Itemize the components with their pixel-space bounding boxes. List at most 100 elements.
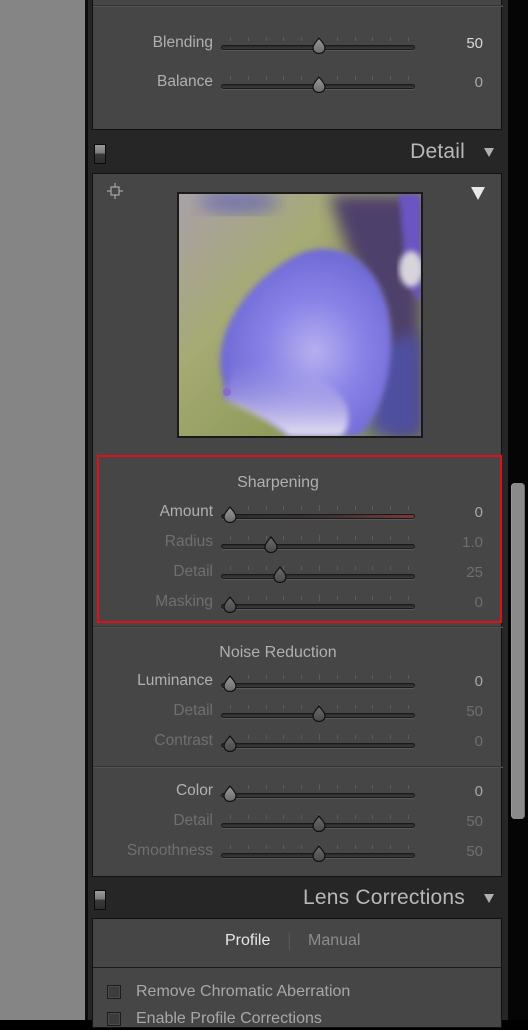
slider-thumb[interactable] xyxy=(312,705,326,722)
tick-mark xyxy=(301,845,303,849)
panel-title: Lens Corrections xyxy=(303,886,465,909)
preview-toggle-triangle-icon[interactable] xyxy=(471,187,485,200)
slider-value[interactable]: 0 xyxy=(475,733,483,750)
slider-value[interactable]: 50 xyxy=(466,703,483,720)
collapse-triangle-icon[interactable] xyxy=(484,148,494,157)
tick-mark xyxy=(336,845,338,849)
tab-manual[interactable]: Manual xyxy=(308,932,360,950)
tick-mark xyxy=(265,705,267,709)
tick-mark xyxy=(283,845,285,849)
slider-ticks xyxy=(230,674,409,681)
slider-thumb[interactable] xyxy=(312,76,326,93)
tick-mark xyxy=(408,76,409,80)
tick-mark xyxy=(283,705,285,709)
panel-enable-toggle[interactable] xyxy=(94,890,106,910)
tick-mark xyxy=(301,705,303,709)
tick-mark xyxy=(265,785,267,789)
tick-mark xyxy=(319,674,320,680)
panel-scrollbar-thumb[interactable] xyxy=(511,483,525,819)
tick-mark xyxy=(283,675,285,679)
slider-nr-luminance[interactable]: Luminance 0 xyxy=(93,671,503,695)
slider-label: Contrast xyxy=(154,732,213,749)
slider-blending[interactable]: Blending 50 xyxy=(93,33,503,57)
tick-mark xyxy=(301,785,303,789)
tick-mark xyxy=(230,705,231,709)
collapse-triangle-icon[interactable] xyxy=(484,894,494,903)
slider-track[interactable] xyxy=(221,793,415,798)
slider-value[interactable]: 50 xyxy=(466,843,483,860)
slider-value[interactable]: 50 xyxy=(466,813,483,830)
slider-thumb[interactable] xyxy=(223,735,237,752)
tick-mark xyxy=(354,785,356,789)
tick-mark xyxy=(301,735,303,739)
tick-mark xyxy=(247,76,249,80)
slider-nr-luminance-contrast[interactable]: Contrast 0 xyxy=(93,731,503,755)
tick-mark xyxy=(336,785,338,789)
slider-ticks xyxy=(230,784,409,791)
tick-mark xyxy=(390,37,392,41)
detail-panel-header[interactable]: Detail xyxy=(88,133,508,173)
tick-mark xyxy=(390,675,392,679)
tick-mark xyxy=(247,675,249,679)
slider-nr-color[interactable]: Color 0 xyxy=(93,781,503,805)
tick-mark xyxy=(247,705,249,709)
tick-mark xyxy=(408,845,409,849)
panel-enable-toggle[interactable] xyxy=(94,144,106,164)
slider-label: Luminance xyxy=(137,672,213,689)
slider-thumb[interactable] xyxy=(223,785,237,802)
tick-mark xyxy=(265,76,267,80)
tick-mark xyxy=(336,76,338,80)
slider-label: Blending xyxy=(152,34,213,51)
tab-separator: | xyxy=(287,930,292,950)
slider-value[interactable]: 50 xyxy=(466,35,483,52)
enable-profile-corrections-checkbox[interactable] xyxy=(107,1012,121,1026)
tick-mark xyxy=(336,37,338,41)
tick-mark xyxy=(390,845,392,849)
slider-thumb[interactable] xyxy=(312,37,326,54)
detail-preview-image[interactable] xyxy=(177,192,423,438)
lens-corrections-tabs: Profile | Manual xyxy=(93,919,503,969)
lens-corrections-panel-header[interactable]: Lens Corrections xyxy=(88,879,508,919)
tick-mark xyxy=(336,815,338,819)
target-crosshair-icon[interactable] xyxy=(107,183,123,199)
slider-label: Color xyxy=(175,782,213,799)
tick-mark xyxy=(390,785,392,789)
slider-track[interactable] xyxy=(221,743,415,748)
slider-label: Balance xyxy=(156,73,213,90)
slider-nr-color-detail[interactable]: Detail 50 xyxy=(93,811,503,835)
tick-mark xyxy=(265,735,267,739)
slider-track[interactable] xyxy=(221,683,415,688)
tick-mark xyxy=(408,735,409,739)
tick-mark xyxy=(230,37,231,41)
slider-label: Detail xyxy=(173,812,213,829)
photo-canvas-area xyxy=(0,0,85,1020)
slider-thumb[interactable] xyxy=(223,675,237,692)
tick-mark xyxy=(372,705,374,709)
lens-corrections-panel-body: Profile | Manual Remove Chromatic Aberra… xyxy=(92,918,503,1028)
remove-chromatic-aberration-checkbox[interactable] xyxy=(107,985,121,999)
tick-mark xyxy=(408,815,409,819)
slider-thumb[interactable] xyxy=(312,845,326,862)
tick-mark xyxy=(283,37,285,41)
slider-value[interactable]: 0 xyxy=(475,673,483,690)
section-divider xyxy=(93,766,503,767)
slider-ticks xyxy=(230,734,409,741)
tick-mark xyxy=(283,815,285,819)
slider-nr-color-smoothness[interactable]: Smoothness 50 xyxy=(93,841,503,865)
slider-value[interactable]: 0 xyxy=(475,74,483,91)
tick-mark xyxy=(354,705,356,709)
tick-mark xyxy=(283,785,285,789)
tick-mark xyxy=(372,815,374,819)
tick-mark xyxy=(301,76,303,80)
slider-thumb[interactable] xyxy=(312,815,326,832)
tick-mark xyxy=(319,784,320,790)
tick-mark xyxy=(390,705,392,709)
slider-balance[interactable]: Balance 0 xyxy=(93,72,503,96)
tick-mark xyxy=(230,815,231,819)
slider-value[interactable]: 0 xyxy=(475,783,483,800)
tick-mark xyxy=(372,37,374,41)
section-divider xyxy=(93,5,503,6)
tick-mark xyxy=(265,675,267,679)
tab-profile[interactable]: Profile xyxy=(225,932,270,950)
slider-nr-luminance-detail[interactable]: Detail 50 xyxy=(93,701,503,725)
